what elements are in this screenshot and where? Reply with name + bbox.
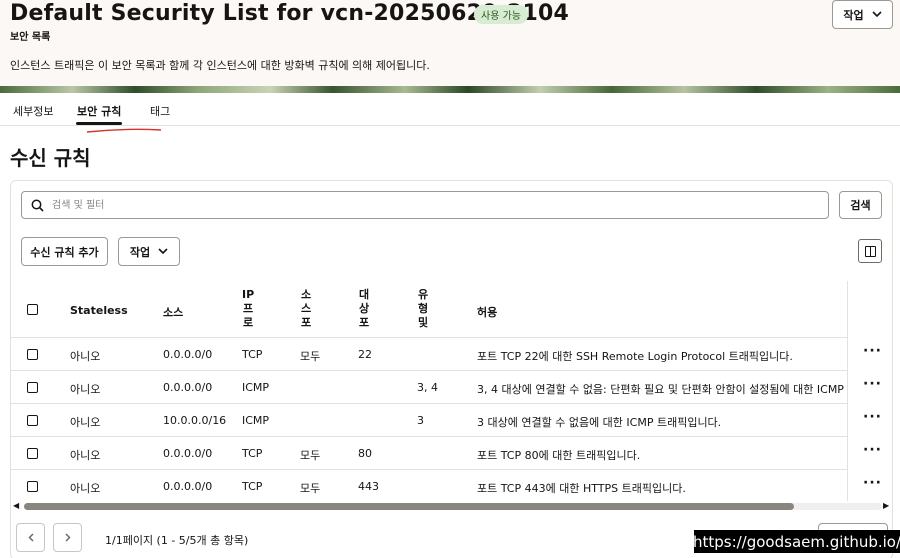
- cell-source: 0.0.0.0/0: [163, 381, 213, 394]
- search-button[interactable]: 검색: [839, 191, 882, 219]
- select-all-checkbox[interactable]: [27, 304, 38, 315]
- row-actions-menu[interactable]: ···: [863, 475, 882, 491]
- cell-source: 0.0.0.0/0: [163, 447, 213, 460]
- cell-destination-port: 22: [358, 348, 372, 361]
- scroll-right-icon[interactable]: ▶: [883, 501, 889, 510]
- watermark-text: https://goodsaem.github.io/: [693, 530, 900, 553]
- cell-stateless: 아니오: [70, 449, 101, 462]
- ingress-rules-table: Stateless 소스 IP 프 로 소 스 포 대 상 포 유 형 및 허용…: [11, 281, 848, 501]
- actions-button[interactable]: 작업: [118, 237, 180, 266]
- tab-tags[interactable]: 태그: [150, 103, 170, 119]
- header-source-port[interactable]: 소 스 포: [300, 288, 312, 330]
- chevron-down-icon: [872, 11, 882, 18]
- active-tab-indicator: [76, 122, 122, 125]
- cell-protocol: TCP: [242, 348, 263, 361]
- header-actions-button[interactable]: 작업: [832, 0, 893, 29]
- cell-protocol: TCP: [242, 447, 263, 460]
- section-title: 수신 규칙: [10, 146, 91, 170]
- previous-page-button[interactable]: [16, 523, 45, 552]
- chevron-down-icon: [158, 248, 168, 255]
- cell-stateless: 아니오: [70, 383, 101, 396]
- table-row: 아니오 10.0.0.0/16 ICMP 3 3 대상에 연결할 수 없음에 대…: [11, 403, 848, 436]
- row-actions-menu[interactable]: ···: [863, 409, 882, 425]
- header-source[interactable]: 소스: [163, 304, 183, 320]
- annotation-underline: [86, 128, 162, 133]
- scroll-left-icon[interactable]: ◀: [13, 501, 19, 510]
- header-destination-port[interactable]: 대 상 포: [358, 288, 370, 330]
- columns-icon: [865, 246, 876, 257]
- tab-security-rules[interactable]: 보안 규칙: [77, 103, 121, 119]
- horizontal-scrollbar[interactable]: ◀ ▶: [10, 501, 893, 512]
- cell-protocol: ICMP: [242, 414, 270, 427]
- chevron-left-icon: [27, 533, 34, 542]
- row-checkbox[interactable]: [27, 382, 38, 393]
- page-description: 인스턴스 트래픽은 이 보안 목록과 함께 각 인스턴스에 대한 방화벽 규칙에…: [10, 59, 430, 72]
- tab-details[interactable]: 세부정보: [13, 103, 53, 119]
- pagination-status: 1/1페이지 (1 - 5/5개 총 항목): [105, 534, 249, 547]
- cell-type-code: 3, 4: [417, 381, 438, 394]
- cell-allows: 3 대상에 연결할 수 없음에 대한 ICMP 트래픽입니다.: [477, 416, 722, 429]
- cell-allows: 포트 TCP 443에 대한 HTTPS 트래픽입니다.: [477, 482, 686, 495]
- tab-bar: 세부정보 보안 규칙 태그: [0, 93, 900, 126]
- cell-stateless: 아니오: [70, 416, 101, 429]
- cell-destination-port: 443: [358, 480, 379, 493]
- table-row: 아니오 0.0.0.0/0 TCP 모두 22 포트 TCP 22에 대한 SS…: [11, 337, 848, 370]
- actions-label: 작업: [129, 245, 151, 259]
- header-allows[interactable]: 허용: [477, 304, 497, 320]
- cell-destination-port: 80: [358, 447, 372, 460]
- row-actions-menu[interactable]: ···: [863, 343, 882, 359]
- row-checkbox[interactable]: [27, 349, 38, 360]
- cell-type-code: 3: [417, 414, 424, 427]
- decorative-banner: [0, 86, 900, 93]
- table-row: 아니오 0.0.0.0/0 TCP 모두 80 포트 TCP 80에 대한 트래…: [11, 436, 848, 469]
- page-subtitle: 보안 목록: [10, 32, 51, 43]
- scrollbar-thumb[interactable]: [24, 503, 794, 510]
- actions-column-divider: [847, 281, 848, 501]
- search-box: [21, 191, 829, 219]
- header-actions-label: 작업: [843, 8, 864, 22]
- cell-source: 10.0.0.0/16: [163, 414, 227, 427]
- cell-source-port: 모두: [300, 449, 321, 462]
- column-settings-button[interactable]: [858, 239, 882, 263]
- status-badge: 사용 가능: [474, 5, 528, 24]
- search-icon: [31, 199, 44, 212]
- search-input[interactable]: [52, 195, 812, 215]
- cell-allows: 포트 TCP 22에 대한 SSH Remote Login Protocol …: [477, 350, 793, 363]
- cell-stateless: 아니오: [70, 482, 101, 495]
- row-checkbox[interactable]: [27, 448, 38, 459]
- header-ip-protocol[interactable]: IP 프 로: [242, 288, 254, 330]
- cell-stateless: 아니오: [70, 350, 101, 363]
- row-checkbox[interactable]: [27, 481, 38, 492]
- chevron-right-icon: [64, 533, 71, 542]
- row-actions-menu[interactable]: ···: [863, 376, 882, 392]
- add-ingress-rule-button[interactable]: 수신 규칙 추가: [21, 237, 108, 266]
- row-actions-menu[interactable]: ···: [863, 442, 882, 458]
- header-stateless[interactable]: Stateless: [70, 304, 128, 317]
- cell-allows: 3, 4 대상에 연결할 수 없음: 단편화 필요 및 단편화 안함이 설정됨에…: [477, 383, 848, 396]
- cell-protocol: ICMP: [242, 381, 270, 394]
- header-type-code[interactable]: 유 형 및: [417, 288, 429, 330]
- cell-source-port: 모두: [300, 482, 321, 495]
- cell-allows: 포트 TCP 80에 대한 트래픽입니다.: [477, 449, 641, 462]
- table-row: 아니오 0.0.0.0/0 ICMP 3, 4 3, 4 대상에 연결할 수 없…: [11, 370, 848, 403]
- page-header: Default Security List for vcn-20250629-2…: [0, 0, 900, 92]
- cell-protocol: TCP: [242, 480, 263, 493]
- cell-source: 0.0.0.0/0: [163, 480, 213, 493]
- next-page-button[interactable]: [53, 523, 82, 552]
- cell-source: 0.0.0.0/0: [163, 348, 213, 361]
- table-row: 아니오 0.0.0.0/0 TCP 모두 443 포트 TCP 443에 대한 …: [11, 469, 848, 501]
- cell-source-port: 모두: [300, 350, 321, 363]
- row-checkbox[interactable]: [27, 415, 38, 426]
